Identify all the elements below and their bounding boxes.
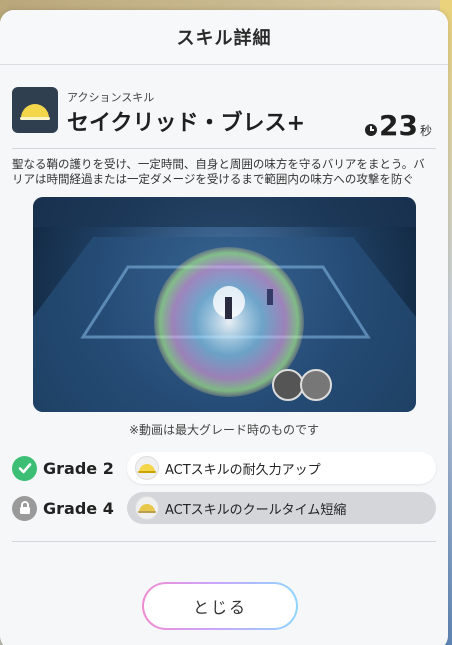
dome-skill-icon xyxy=(12,87,58,133)
divider xyxy=(12,541,436,542)
video-note: ※動画は最大グレード時のものです xyxy=(128,423,320,437)
grade-label: Grade 2 xyxy=(43,458,114,478)
grade-effect-text: ACTスキルの耐久力アップ xyxy=(165,462,321,478)
cooldown-timer: 23 秒 xyxy=(365,109,432,142)
lock-icon xyxy=(12,495,37,521)
check-icon xyxy=(12,455,37,481)
dialog-header: スキル詳細 xyxy=(0,10,448,65)
skill-preview-video[interactable] xyxy=(32,197,416,412)
cooldown-unit: 秒 xyxy=(419,124,432,138)
dialog-title: スキル詳細 xyxy=(176,28,272,49)
dome-skill-icon xyxy=(135,456,159,480)
preview-scene-graphic xyxy=(32,197,416,412)
skill-type-label: アクションスキル xyxy=(67,91,155,104)
clock-icon xyxy=(365,124,378,136)
grade-effect-pill: ACTスキルの耐久力アップ xyxy=(127,452,436,484)
cooldown-value: 23 xyxy=(379,109,418,142)
skill-name: セイクリッド・ブレス+ xyxy=(67,105,305,137)
grade-row-2: Grade 2 ACTスキルの耐久力アップ xyxy=(12,451,436,485)
skill-plus-mark: + xyxy=(286,111,305,136)
grade-effect-pill: ACTスキルのクールタイム短縮 xyxy=(127,492,436,524)
grade-effect-text: ACTスキルのクールタイム短縮 xyxy=(165,502,347,518)
skill-header: アクションスキル セイクリッド・ブレス+ 23 秒 xyxy=(12,65,436,149)
skill-name-text: セイクリッド・ブレス xyxy=(67,111,287,136)
skill-detail-dialog: スキル詳細 アクションスキル セイクリッド・ブレス+ 23 秒 聖なる鞘の護りを… xyxy=(0,10,448,645)
skill-description: 聖なる鞘の護りを受け、一定時間、自身と周囲の味方を守るバリアをまとう。バリアは時… xyxy=(12,157,425,186)
grade-label: Grade 4 xyxy=(43,498,114,518)
dome-skill-icon xyxy=(135,496,159,520)
dialog-content: アクションスキル セイクリッド・ブレス+ 23 秒 聖なる鞘の護りを受け、一定時… xyxy=(0,65,448,542)
grade-list: Grade 2 ACTスキルの耐久力アップ Grade 4 ACTスキルのクール… xyxy=(12,451,436,525)
close-button[interactable]: とじる xyxy=(142,582,298,630)
grade-row-4: Grade 4 ACTスキルのクールタイム短縮 xyxy=(12,491,436,525)
